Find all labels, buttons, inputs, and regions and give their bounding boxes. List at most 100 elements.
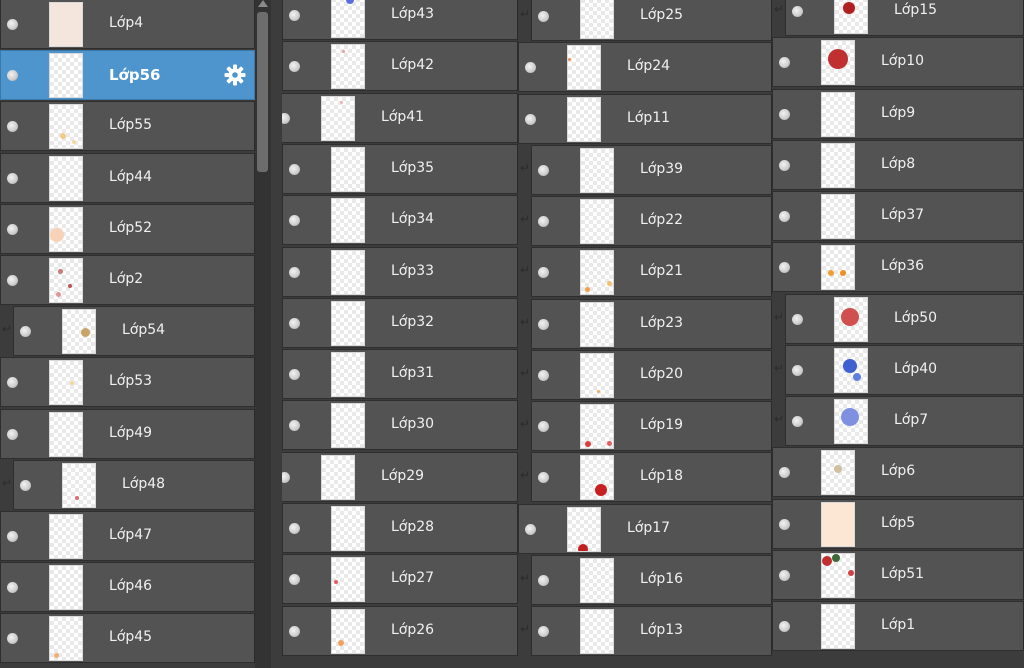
layer-row[interactable]: Lớp2 [0,255,255,305]
visibility-icon[interactable] [792,6,803,17]
visibility-icon[interactable] [7,275,18,286]
visibility-icon[interactable] [525,524,536,535]
visibility-icon[interactable] [289,369,300,380]
visibility-icon[interactable] [7,377,18,388]
visibility-icon[interactable] [779,467,790,478]
layer-row[interactable]: ↵ Lớp15 [774,0,1024,36]
visibility-icon[interactable] [779,211,790,222]
visibility-icon[interactable] [538,575,549,586]
visibility-icon[interactable] [792,314,803,325]
layer-row[interactable]: ↵Lớp30 [282,400,518,450]
layer-row[interactable]: Lớp5 [772,499,1024,549]
layer-row[interactable]: Lớp53 [0,357,255,407]
visibility-icon[interactable] [282,472,290,483]
layer-row[interactable]: Lớp8 [772,140,1024,190]
layer-row[interactable]: Lớp46 [0,562,255,612]
visibility-icon[interactable] [7,173,18,184]
layer-row[interactable]: ↵ Lớp20 [520,350,772,400]
visibility-icon[interactable] [289,215,300,226]
layer-row[interactable]: Lớp56 [0,50,255,100]
layer-row[interactable]: Lớp1 [772,601,1024,651]
visibility-icon[interactable] [525,114,536,125]
layer-row[interactable]: Lớp17 [518,504,772,554]
layer-row[interactable]: Lớp9 [772,89,1024,139]
layer-row[interactable]: ↵ Lớp39 [520,145,772,195]
layers-scrollbar[interactable] [255,0,271,668]
scrollbar-thumb[interactable] [257,12,268,172]
layer-row[interactable]: ↵ Lớp50 [774,294,1024,344]
layer-row[interactable]: Lớp10 [772,37,1024,87]
layer-row[interactable]: ↵ Lớp19 [520,401,772,451]
visibility-icon[interactable] [7,531,18,542]
layer-row[interactable]: ↵Lớp32 [282,298,518,348]
layer-row[interactable]: Lớp6 [772,447,1024,497]
layer-row[interactable]: ↵Lớp35 [282,144,518,194]
visibility-icon[interactable] [289,61,300,72]
layer-row[interactable]: Lớp4 [0,0,255,49]
layer-row[interactable]: ↵ Lớp7 [774,396,1024,446]
layer-row[interactable]: ↵Lớp42 [282,41,518,91]
layer-row[interactable]: Lớp37 [772,191,1024,241]
layer-row[interactable]: Lớp29 [282,452,518,502]
layer-row[interactable]: Lớp36 [772,242,1024,292]
layer-row[interactable]: ↵Lớp43 [282,0,518,40]
visibility-icon[interactable] [289,267,300,278]
visibility-icon[interactable] [538,626,549,637]
visibility-icon[interactable] [538,421,549,432]
layer-row[interactable]: Lớp51 [772,550,1024,600]
visibility-icon[interactable] [792,416,803,427]
visibility-icon[interactable] [7,121,18,132]
visibility-icon[interactable] [289,420,300,431]
visibility-icon[interactable] [538,370,549,381]
visibility-icon[interactable] [538,319,549,330]
visibility-icon[interactable] [289,626,300,637]
visibility-icon[interactable] [20,326,31,337]
layer-row[interactable]: Lớp52 [0,204,255,254]
visibility-icon[interactable] [779,570,790,581]
visibility-icon[interactable] [779,109,790,120]
visibility-icon[interactable] [538,216,549,227]
layer-row[interactable]: Lớp11 [518,94,772,144]
visibility-icon[interactable] [289,10,300,21]
visibility-icon[interactable] [538,472,549,483]
layer-row[interactable]: Lớp55 [0,101,255,151]
layer-row[interactable]: ↵ Lớp23 [520,299,772,349]
layer-row[interactable]: ↵ Lớp25 [520,0,772,41]
layer-row[interactable]: Lớp47 [0,511,255,561]
visibility-icon[interactable] [779,621,790,632]
visibility-icon[interactable] [7,633,18,644]
layer-row[interactable]: Lớp44 [0,153,255,203]
layer-row[interactable]: Lớp45 [0,613,255,663]
layer-row[interactable]: ↵ Lớp16 [520,555,772,605]
layer-row[interactable]: ↵Lớp31 [282,349,518,399]
visibility-icon[interactable] [7,429,18,440]
gear-icon[interactable] [223,63,247,87]
visibility-icon[interactable] [7,582,18,593]
visibility-icon[interactable] [20,480,31,491]
visibility-icon[interactable] [7,224,18,235]
layer-row[interactable]: ↵Lớp33 [282,247,518,297]
layer-row[interactable]: ↵ Lớp48 [2,460,255,510]
layer-row[interactable]: ↵ Lớp54 [2,306,255,356]
visibility-icon[interactable] [7,19,18,30]
visibility-icon[interactable] [779,57,790,68]
layer-row[interactable]: ↵ Lớp18 [520,452,772,502]
visibility-icon[interactable] [7,70,18,81]
visibility-icon[interactable] [289,318,300,329]
layer-row[interactable]: ↵Lớp26 [282,606,518,656]
visibility-icon[interactable] [282,113,290,124]
visibility-icon[interactable] [538,11,549,22]
layer-row[interactable]: ↵Lớp27 [282,554,518,604]
visibility-icon[interactable] [525,62,536,73]
layer-row[interactable]: ↵ Lớp40 [774,345,1024,395]
layer-row[interactable]: ↵Lớp34 [282,195,518,245]
visibility-icon[interactable] [779,262,790,273]
visibility-icon[interactable] [792,365,803,376]
layer-row[interactable]: Lớp24 [518,42,772,92]
layer-row[interactable]: ↵ Lớp22 [520,196,772,246]
visibility-icon[interactable] [289,574,300,585]
layer-row[interactable]: ↵ Lớp13 [520,606,772,656]
visibility-icon[interactable] [538,267,549,278]
visibility-icon[interactable] [289,523,300,534]
layer-row[interactable]: Lớp41 [282,93,518,143]
